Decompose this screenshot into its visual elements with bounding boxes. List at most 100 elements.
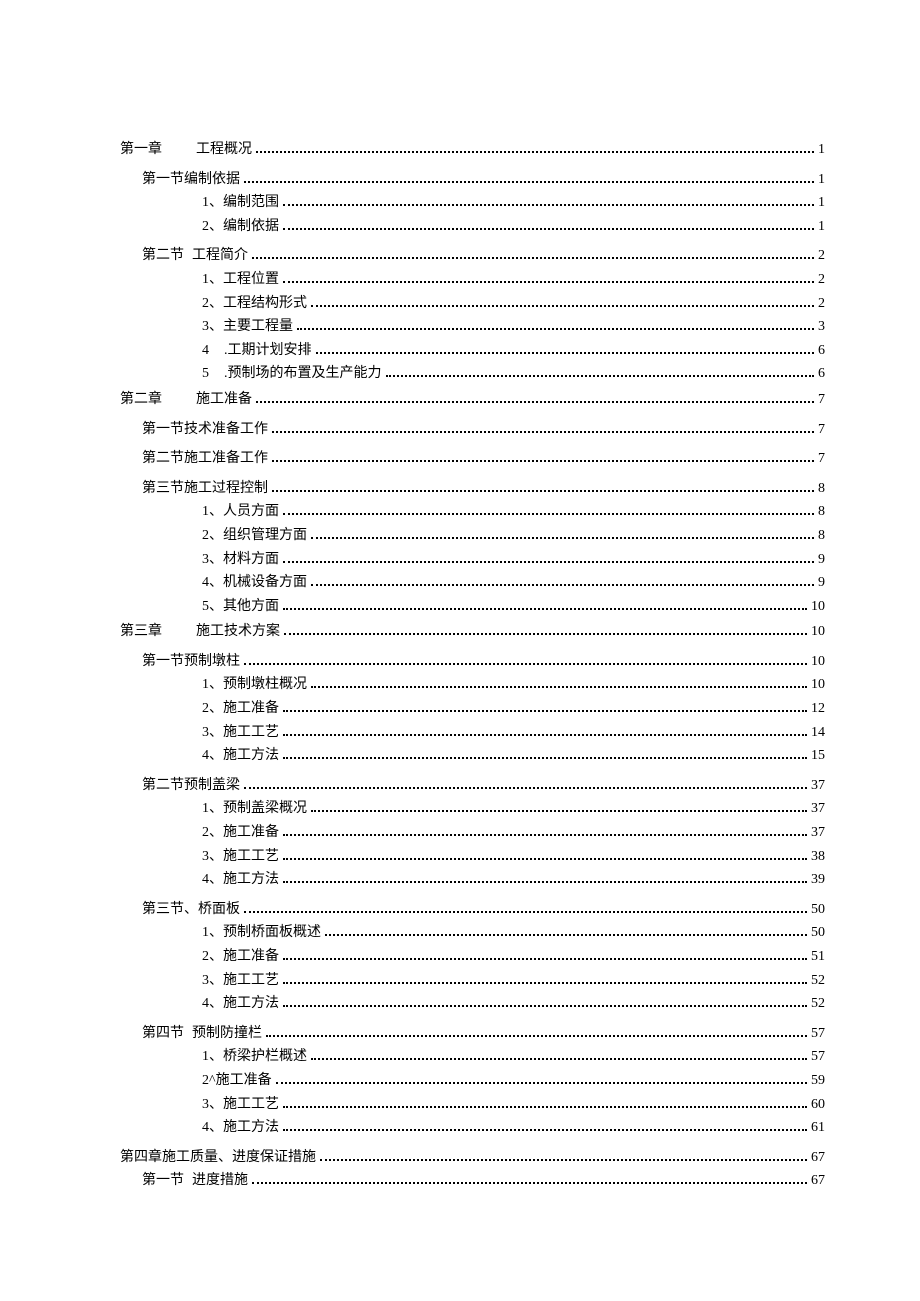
toc-label: 1、人员方面	[202, 502, 279, 522]
toc-entry: 第一节进度措施67	[142, 1171, 825, 1191]
toc-leader-dots	[283, 504, 814, 515]
toc-page-number: 7	[818, 449, 825, 469]
toc-entry: 3、主要工程量 3	[202, 317, 825, 337]
toc-entry: 第一节技术准备工作7	[142, 420, 825, 440]
toc-entry: 第三节、桥面板 50	[142, 900, 825, 920]
toc-entry: 1、人员方面 8	[202, 502, 825, 522]
toc-entry: 第二节工程简介2	[142, 246, 825, 266]
toc-label: 第三章施工技术方案	[120, 622, 280, 642]
toc-label: 4、施工方法	[202, 994, 279, 1014]
toc-page-number: 37	[811, 776, 825, 796]
toc-page-number: 67	[811, 1171, 825, 1191]
toc-label: 3、施工工艺	[202, 847, 279, 867]
toc-leader-dots	[256, 142, 814, 153]
toc-label: 第一节技术准备工作	[142, 420, 268, 440]
toc-label: 第二节预制盖梁	[142, 776, 240, 796]
toc-entry: 第三章施工技术方案 10	[120, 622, 825, 642]
toc-entry: 第四章施工质量、进度保证措施67	[120, 1148, 825, 1168]
toc-label: 第二节工程简介	[142, 246, 248, 266]
toc-leader-dots	[283, 996, 807, 1007]
toc-label: 3、主要工程量	[202, 317, 293, 337]
toc-entry: 4、施工方法39	[202, 870, 825, 890]
toc-label: 2、组织管理方面	[202, 526, 307, 546]
toc-entry: 1、桥梁护栏概述57	[202, 1047, 825, 1067]
toc-label: 3、材料方面	[202, 550, 279, 570]
toc-page-number: 51	[811, 947, 825, 967]
toc-entry: 4、施工方法 52	[202, 994, 825, 1014]
toc-page-number: 8	[818, 526, 825, 546]
toc-page-number: 3	[818, 317, 825, 337]
toc-label: 4、施工方法	[202, 1118, 279, 1138]
toc-leader-dots	[244, 654, 807, 665]
toc-page-number: 10	[811, 675, 825, 695]
toc-label: 3、施工工艺	[202, 1095, 279, 1115]
toc-page-number: 57	[811, 1047, 825, 1067]
toc-page-number: 52	[811, 994, 825, 1014]
toc-entry: 第一节预制墩柱10	[142, 652, 825, 672]
toc-entry: 第一节编制依据1	[142, 170, 825, 190]
toc-page-number: 37	[811, 823, 825, 843]
toc-label: 2、施工准备	[202, 823, 279, 843]
toc-entry: 2、施工准备 51	[202, 947, 825, 967]
toc-leader-dots	[244, 778, 807, 789]
toc-label: 5.预制场的布置及生产能力	[202, 364, 382, 384]
toc-entry: 2、工程结构形式2	[202, 294, 825, 314]
toc-page-number: 8	[818, 479, 825, 499]
toc-page-number: 50	[811, 900, 825, 920]
toc-leader-dots	[283, 551, 814, 562]
toc-entry: 5、其他方面10	[202, 597, 825, 617]
toc-leader-dots	[297, 319, 814, 330]
toc-page-number: 67	[811, 1148, 825, 1168]
toc-label: 2^施工准备	[202, 1071, 272, 1091]
toc-label: 3、施工工艺	[202, 971, 279, 991]
toc-page-number: 60	[811, 1095, 825, 1115]
toc-entry: 1、预制盖梁概况37	[202, 799, 825, 819]
toc-page-number: 10	[811, 622, 825, 642]
toc-leader-dots	[266, 1026, 807, 1037]
toc-label: 2、施工准备	[202, 699, 279, 719]
toc-label: 4、施工方法	[202, 746, 279, 766]
toc-label: 第四节预制防撞栏	[142, 1024, 262, 1044]
toc-entry: 第四节预制防撞栏 57	[142, 1024, 825, 1044]
toc-leader-dots	[256, 392, 814, 403]
toc-entry: 1、预制桥面板概述50	[202, 923, 825, 943]
toc-page-number: 6	[818, 341, 825, 361]
toc-page-number: 2	[818, 294, 825, 314]
toc-leader-dots	[252, 1173, 807, 1184]
toc-label: 第二节施工准备工作	[142, 449, 268, 469]
toc-leader-dots	[311, 1049, 807, 1060]
toc-leader-dots	[283, 701, 807, 712]
toc-leader-dots	[320, 1150, 807, 1161]
toc-entry: 第二章施工准备7	[120, 390, 825, 410]
toc-entry: 第一章工程概况1	[120, 140, 825, 160]
toc-page-number: 8	[818, 502, 825, 522]
toc-leader-dots	[325, 925, 807, 936]
toc-leader-dots	[283, 748, 807, 759]
toc-label: 第一节预制墩柱	[142, 652, 240, 672]
toc-leader-dots	[284, 624, 807, 635]
toc-leader-dots	[283, 1120, 807, 1131]
toc-page-number: 1	[818, 193, 825, 213]
toc-label: 第三节、桥面板	[142, 900, 240, 920]
toc-entry: 3、施工工艺 38	[202, 847, 825, 867]
toc-page-number: 12	[811, 699, 825, 719]
toc-leader-dots	[283, 724, 807, 735]
toc-leader-dots	[316, 343, 815, 354]
toc-leader-dots	[283, 272, 814, 283]
toc-page-number: 57	[811, 1024, 825, 1044]
toc-entry: 3、施工工艺14	[202, 723, 825, 743]
toc-label: 1、工程位置	[202, 270, 279, 290]
toc-leader-dots	[283, 949, 807, 960]
toc-page-number: 1	[818, 217, 825, 237]
toc-label: 1、预制墩柱概况	[202, 675, 307, 695]
toc-entry: 第二节预制盖梁 37	[142, 776, 825, 796]
toc-label: 2、施工准备	[202, 947, 279, 967]
toc-entry: 1、编制范围1	[202, 193, 825, 213]
toc-page-number: 7	[818, 390, 825, 410]
toc-page-number: 15	[811, 746, 825, 766]
toc-page-number: 38	[811, 847, 825, 867]
toc-page-number: 1	[818, 170, 825, 190]
toc-leader-dots	[283, 599, 807, 610]
toc-entry: 4、施工方法 15	[202, 746, 825, 766]
toc-leader-dots	[311, 801, 807, 812]
